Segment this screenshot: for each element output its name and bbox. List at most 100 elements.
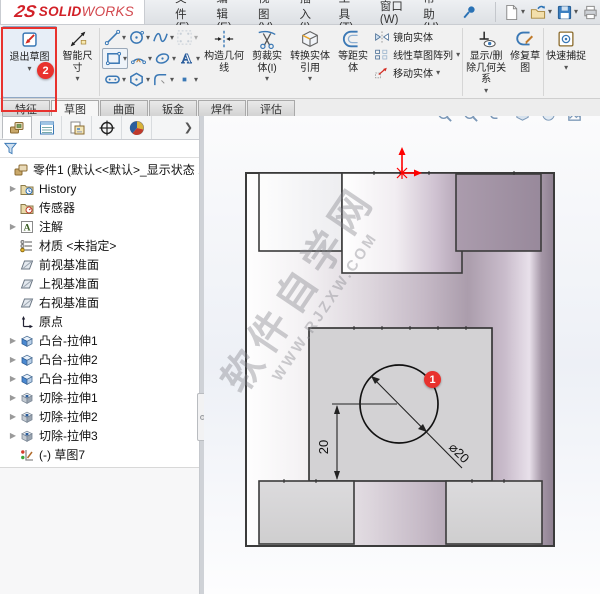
expand-arrow-icon[interactable]: ▶ xyxy=(6,355,20,364)
pin-icon[interactable] xyxy=(461,4,477,20)
linear-pattern-dropdown[interactable]: ▾ xyxy=(456,50,460,59)
smart-dimension-dropdown[interactable]: ▾ xyxy=(75,75,79,83)
expand-arrow-icon[interactable]: ▶ xyxy=(6,412,20,421)
tree-filter-bar[interactable] xyxy=(0,140,199,158)
tool-dropdown[interactable]: ▾ xyxy=(194,75,198,84)
tree-item-0[interactable]: ▶ History xyxy=(0,179,199,198)
expand-arrow-icon[interactable]: ▶ xyxy=(6,184,20,193)
tool-dropdown[interactable]: ▾ xyxy=(194,33,198,42)
model-top-right-block[interactable] xyxy=(455,173,542,252)
configuration-manager-icon[interactable] xyxy=(62,116,92,139)
spline-tool-button[interactable]: ▾ xyxy=(150,28,174,47)
property-manager-icon[interactable] xyxy=(32,116,62,139)
ribbon-tab[interactable]: 评估 xyxy=(247,100,295,116)
move-entities-button[interactable]: 移动实体 ▾ xyxy=(374,65,460,80)
tree-item-1[interactable]: 传感器 xyxy=(0,198,199,217)
open-icon[interactable]: ▾ xyxy=(528,3,553,22)
linear-pattern-button[interactable]: 线性草图阵列 ▾ xyxy=(374,47,460,62)
ribbon-tab[interactable]: 特征 xyxy=(2,100,50,116)
tree-item-7[interactable]: 原点 xyxy=(0,312,199,331)
smart-dimension-icon xyxy=(67,28,89,50)
quick-snaps-dropdown[interactable]: ▾ xyxy=(564,63,568,72)
tree-item-2[interactable]: ▶ A 注解 xyxy=(0,217,199,236)
expand-arrow-icon[interactable]: ▶ xyxy=(6,336,20,345)
material-icon xyxy=(20,239,36,253)
manager-tabs-expand-icon[interactable]: ❯ xyxy=(184,121,193,134)
quick-snaps-button[interactable]: 快速捕捉 ▾ xyxy=(545,26,587,98)
ribbon-separator xyxy=(462,28,464,96)
save-icon[interactable]: ▾ xyxy=(555,3,579,22)
circle-tool-button[interactable]: ▾ xyxy=(126,28,150,47)
spline-tool-icon xyxy=(152,29,169,46)
tree-item-10[interactable]: ▶ 凸台-拉伸3 xyxy=(0,369,199,388)
smart-dimension-button[interactable]: 智能尺寸 ▾ xyxy=(57,26,98,98)
offset-entities-button[interactable]: 等距实体 xyxy=(333,26,373,98)
trim-entities-dropdown[interactable]: ▾ xyxy=(265,75,269,83)
display-manager-icon[interactable] xyxy=(122,116,152,139)
tool-dropdown[interactable]: ▾ xyxy=(196,54,200,63)
convert-entities-button[interactable]: 转换实体引用 ▾ xyxy=(287,26,333,98)
rectangle-tool-button[interactable]: ▾ xyxy=(102,48,129,69)
display-relations-icon xyxy=(475,28,497,50)
arc-tool-button[interactable]: ▾ xyxy=(128,48,152,69)
point-tool-button[interactable]: ▾ xyxy=(174,70,198,89)
fillet-tool-button[interactable]: ▾ xyxy=(150,70,174,89)
model-bottom-left-foot[interactable] xyxy=(258,480,355,545)
tree-item-9[interactable]: ▶ 凸台-拉伸2 xyxy=(0,350,199,369)
tree-item-6[interactable]: 右视基准面 xyxy=(0,293,199,312)
exit-sketch-dropdown[interactable]: ▾ xyxy=(27,64,31,73)
move-entities-dropdown[interactable]: ▾ xyxy=(436,68,440,77)
trim-entities-button[interactable]: 剪裁实体(I) ▾ xyxy=(247,26,287,98)
sketch-pattern-icon xyxy=(176,29,193,46)
tool-dropdown[interactable]: ▾ xyxy=(123,54,127,63)
tree-item-root[interactable]: 零件1 (默认<<默认>_显示状态 1>) xyxy=(0,160,199,179)
ribbon-tab[interactable]: 焊件 xyxy=(198,100,246,116)
repair-sketch-button[interactable]: 修复草图 xyxy=(508,26,542,98)
dimxpert-manager-icon[interactable] xyxy=(92,116,122,139)
print-icon[interactable] xyxy=(581,3,600,22)
line-tool-button[interactable]: ▾ xyxy=(102,28,126,47)
plane-icon xyxy=(20,258,36,272)
model-top-left-notch[interactable] xyxy=(258,172,343,252)
model-top-center-boss[interactable] xyxy=(341,172,463,274)
menu-item[interactable]: 窗口(W) xyxy=(378,0,405,28)
tree-item-11[interactable]: ▶ 切除-拉伸1 xyxy=(0,388,199,407)
ribbon-tab[interactable]: 草图 xyxy=(51,100,99,116)
tree-item-14[interactable]: (-) 草图7 xyxy=(0,445,199,464)
ribbon-tab[interactable]: 曲面 xyxy=(100,100,148,116)
tree-item-4[interactable]: 前视基准面 xyxy=(0,255,199,274)
sketch-tools-row: ▾ ▾ ▾ ▾ xyxy=(102,70,200,89)
construction-geometry-button[interactable]: 构造几何线 xyxy=(201,26,247,98)
expand-arrow-icon[interactable]: ▶ xyxy=(6,431,20,440)
slot-tool-button[interactable]: ▾ xyxy=(102,70,126,89)
feature-manager-icon[interactable] xyxy=(2,116,32,139)
convert-entities-dropdown[interactable]: ▾ xyxy=(308,75,312,83)
tree-item-12[interactable]: ▶ 切除-拉伸2 xyxy=(0,407,199,426)
tree-item-13[interactable]: ▶ 切除-拉伸3 xyxy=(0,426,199,445)
tree-item-5[interactable]: 上视基准面 xyxy=(0,274,199,293)
expand-arrow-icon[interactable]: ▶ xyxy=(6,393,20,402)
graphics-viewport[interactable]: ⌀20 20 软件自学网 WWW.RJZXW.COM xyxy=(204,116,600,594)
model-bottom-right-foot[interactable] xyxy=(445,480,543,545)
tree-item-3[interactable]: 材质 <未指定> xyxy=(0,236,199,255)
ribbon-tab[interactable]: 钣金 xyxy=(149,100,197,116)
ds-logo-icon: 2S xyxy=(13,1,38,21)
cut-extrude-icon xyxy=(20,429,36,443)
tutorial-step-badge-1: 1 xyxy=(424,371,441,388)
new-document-icon[interactable]: ▾ xyxy=(502,3,526,22)
sketch-pattern-button[interactable]: ▾ xyxy=(174,28,198,47)
expand-arrow-icon[interactable]: ▶ xyxy=(6,374,20,383)
mirror-entities-button[interactable]: 镜向实体 xyxy=(374,29,460,44)
model-canvas[interactable]: ⌀20 20 xyxy=(204,116,599,594)
tree-item-8[interactable]: ▶ 凸台-拉伸1 xyxy=(0,331,199,350)
cut-extrude-icon xyxy=(20,391,36,405)
display-delete-relations-button[interactable]: 显示/删除几何关系 ▾ xyxy=(464,26,508,98)
expand-arrow-icon[interactable]: ▶ xyxy=(6,222,20,231)
tree-item-label: 切除-拉伸3 xyxy=(39,429,98,443)
text-tool-button[interactable]: A ▾ xyxy=(176,48,200,69)
vertical-dimension-text[interactable]: 20 xyxy=(316,440,331,454)
polygon-tool-button[interactable]: ▾ xyxy=(126,70,150,89)
display-relations-dropdown[interactable]: ▾ xyxy=(484,86,488,95)
model-main-body[interactable] xyxy=(245,171,555,547)
ellipse-tool-button[interactable]: ▾ xyxy=(152,48,176,69)
